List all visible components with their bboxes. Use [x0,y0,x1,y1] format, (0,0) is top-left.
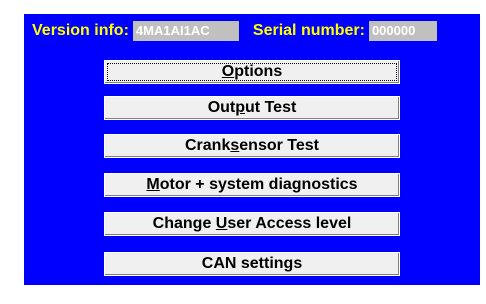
serial-number-label: Serial number: [252,22,365,39]
change-user-access-level-button[interactable]: Change User Access level [104,212,400,236]
options-button[interactable]: Options [104,60,400,84]
cranksensor-test-button[interactable]: Cranksensor Test [104,134,400,158]
version-info-field: 4MA1AI1AC [132,21,239,41]
can-settings-button[interactable]: CAN settings [104,252,400,276]
serial-number-field: 000000 [368,21,437,41]
header-bar: Version info: 4MA1AI1AC Serial number: 0… [32,18,472,44]
motor-system-diagnostics-button[interactable]: Motor + system diagnostics [104,173,400,197]
version-info-label: Version info: [32,22,129,39]
main-panel: Version info: 4MA1AI1AC Serial number: 0… [24,14,480,285]
output-test-button[interactable]: Output Test [104,96,400,120]
